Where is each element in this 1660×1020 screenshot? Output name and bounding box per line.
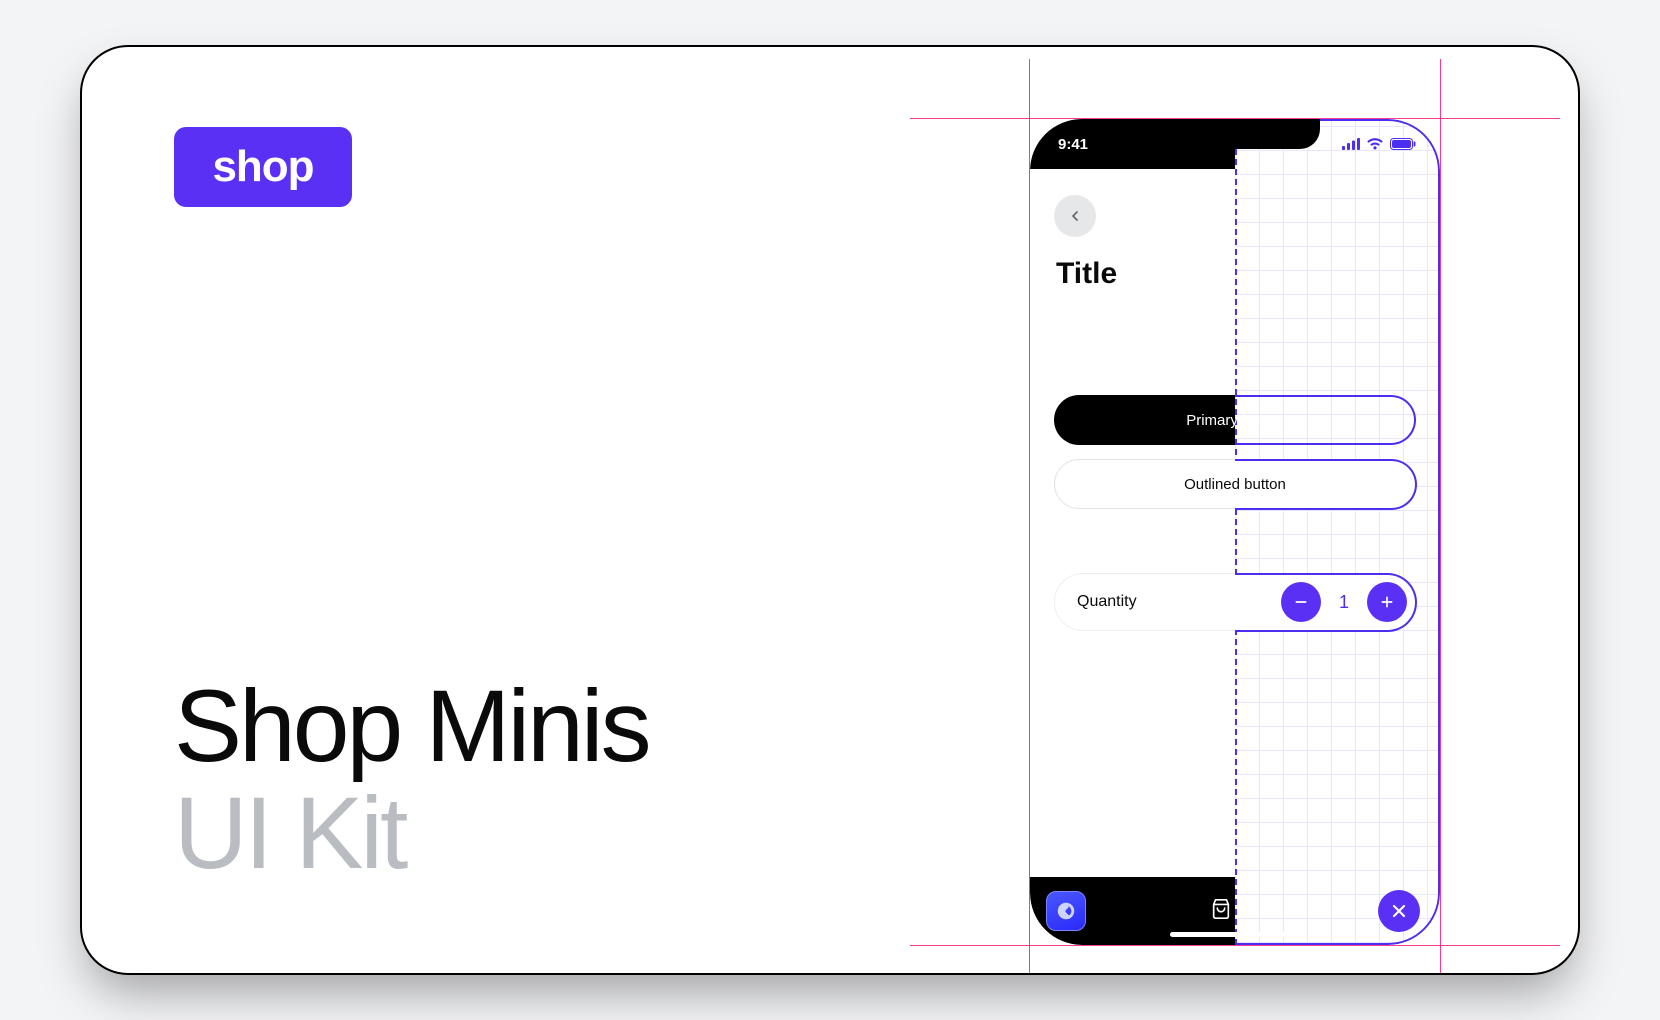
outlined-button-label: Outlined button: [1184, 476, 1286, 493]
close-button[interactable]: [1378, 890, 1420, 932]
close-icon: [1389, 901, 1409, 921]
quantity-decrement[interactable]: [1281, 582, 1321, 622]
phone-frame: 9:41: [1030, 119, 1440, 945]
status-time: 9:41: [1058, 136, 1088, 153]
cover-card: shop Shop Minis UI Kit 9:41: [80, 45, 1580, 975]
quantity-value: 1: [1337, 592, 1351, 613]
plus-icon: [1379, 594, 1395, 610]
cellular-icon: [1342, 138, 1360, 150]
primary-button-label: Primary button: [1186, 412, 1284, 429]
shopping-bag-icon[interactable]: [1210, 898, 1232, 925]
quantity-increment[interactable]: [1367, 582, 1407, 622]
headline-line1: Shop Minis: [174, 673, 649, 780]
phone-notch: [1150, 119, 1320, 149]
back-button[interactable]: [1054, 195, 1096, 237]
primary-button[interactable]: Primary button: [1054, 395, 1416, 445]
minus-icon: [1293, 594, 1309, 610]
headline-line2: UI Kit: [174, 780, 649, 887]
quantity-label: Quantity: [1077, 593, 1137, 611]
shop-badge-text: shop: [212, 142, 313, 192]
quantity-stepper: Quantity 1: [1054, 573, 1416, 631]
guide-bottom: [910, 945, 1560, 946]
shop-badge: shop: [174, 127, 352, 207]
shop-app-icon: [1055, 900, 1077, 922]
headline: Shop Minis UI Kit: [174, 673, 649, 887]
bottom-bar: [1030, 877, 1440, 945]
home-indicator: [1170, 932, 1300, 937]
app-tile[interactable]: [1046, 891, 1086, 931]
screen-title: Title: [1056, 257, 1117, 291]
wifi-icon: [1366, 138, 1384, 150]
chevron-left-icon: [1067, 208, 1083, 224]
battery-icon: [1390, 138, 1416, 150]
guide-right: [1440, 59, 1441, 975]
outlined-button[interactable]: Outlined button: [1054, 459, 1416, 509]
phone-mock: 9:41: [1030, 119, 1440, 949]
screen: Title Primary button Outlined button Qua…: [1040, 177, 1430, 879]
